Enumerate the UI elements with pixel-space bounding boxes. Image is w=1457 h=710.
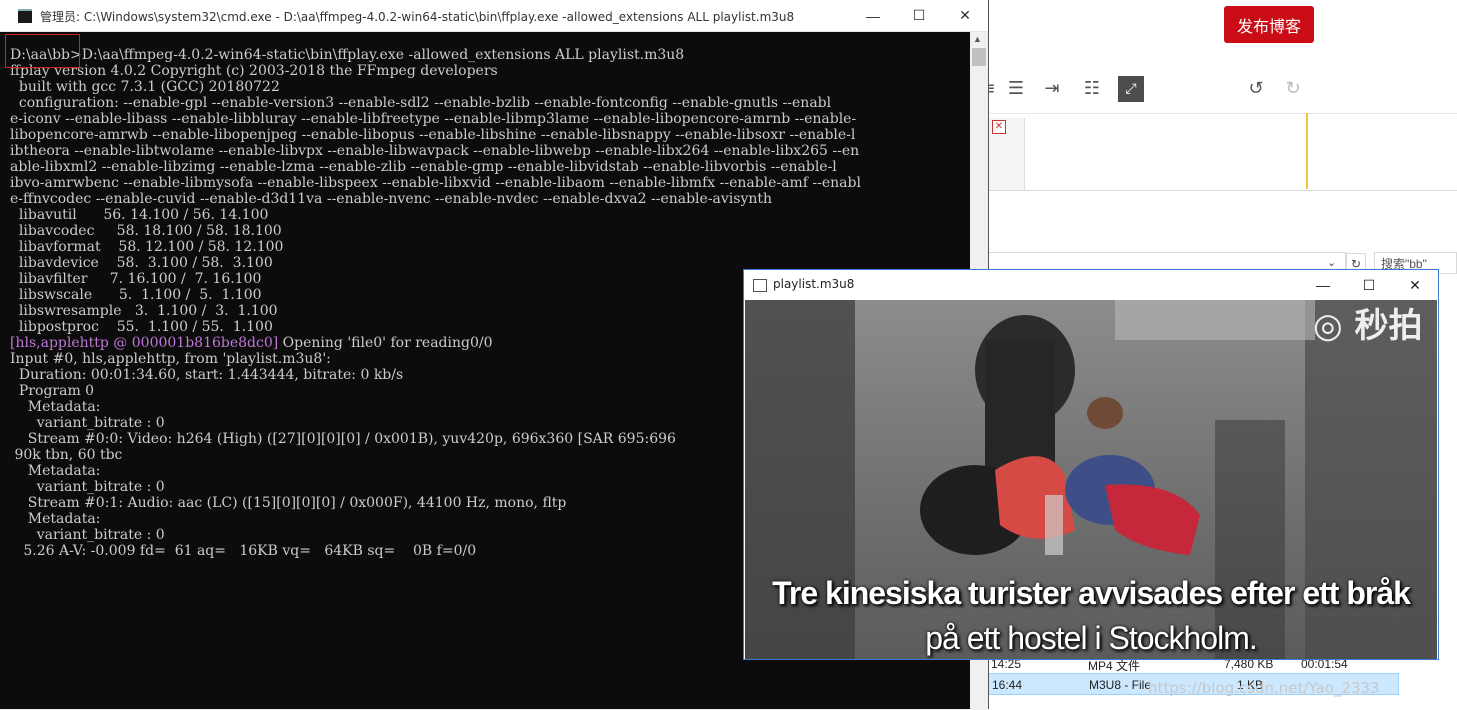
- maximize-button[interactable]: ☐: [1346, 270, 1392, 300]
- video-subtitle-line2: på ett hostel i Stockholm.: [925, 620, 1258, 656]
- editor-toolbar: ≡ ☰ ⇥ ☷ ⤢ ↺ ↻: [975, 70, 1335, 110]
- console-line: libavfilter 7. 16.100 / 7. 16.100: [10, 271, 262, 287]
- console-line: D:\aa\bb>D:\aa\ffmpeg-4.0.2-win64-static…: [10, 47, 685, 63]
- ffplay-window: playlist.m3u8 — ☐ ✕ ◎ 秒拍 Tre kinesiska t…: [743, 269, 1439, 660]
- console-line: able-libxml2 --enable-libzimg --enable-l…: [10, 159, 837, 175]
- window-app-icon: [753, 279, 767, 292]
- indent-icon[interactable]: ⇥: [1041, 78, 1063, 100]
- console-line: Duration: 00:01:34.60, start: 1.443444, …: [10, 367, 404, 383]
- console-line: variant_bitrate : 0: [10, 527, 165, 543]
- console-line: variant_bitrate : 0: [10, 479, 165, 495]
- console-line: ibtheora --enable-libtwolame --enable-li…: [10, 143, 860, 159]
- video-subtitle-line1: Tre kinesiska turister avvisades efter e…: [772, 575, 1411, 611]
- hls-log-prefix: [hls,applehttp @ 000001b816be8dc0]: [10, 335, 279, 351]
- prompt-highlight-box: [5, 34, 80, 68]
- cmd-app-icon: [18, 9, 32, 23]
- minimize-button[interactable]: —: [1300, 270, 1346, 300]
- publish-blog-button[interactable]: 发布博客: [1224, 6, 1314, 43]
- console-line: e-ffnvcodec --enable-cuvid --enable-d3d1…: [10, 191, 773, 207]
- console-line: libswscale 5. 1.100 / 5. 1.100: [10, 287, 262, 303]
- console-line: Metadata:: [10, 463, 101, 479]
- redo-icon[interactable]: ↻: [1282, 78, 1304, 100]
- console-line: libavcodec 58. 18.100 / 58. 18.100: [10, 223, 282, 239]
- console-line: libavdevice 58. 3.100 / 58. 3.100: [10, 255, 273, 271]
- ordered-list-icon[interactable]: ☷: [1081, 78, 1103, 100]
- chevron-down-icon[interactable]: ⌄: [1327, 256, 1336, 269]
- cmd-window-title: 管理员: C:\Windows\system32\cmd.exe - D:\aa…: [40, 10, 795, 24]
- close-button[interactable]: ✕: [942, 0, 988, 31]
- cmd-titlebar[interactable]: 管理员: C:\Windows\system32\cmd.exe - D:\aa…: [0, 0, 988, 32]
- ffplay-window-title: playlist.m3u8: [773, 277, 855, 291]
- console-line: 90k tbn, 60 tbc: [10, 447, 123, 463]
- console-line: variant_bitrate : 0: [10, 415, 165, 431]
- scroll-up-icon[interactable]: ▲: [973, 34, 982, 44]
- console-line: libpostproc 55. 1.100 / 55. 1.100: [10, 319, 273, 335]
- console-line: 5.26 A-V: -0.009 fd= 61 aq= 16KB vq= 64K…: [10, 543, 477, 559]
- console-line: built with gcc 7.3.1 (GCC) 20180722: [10, 79, 280, 95]
- console-line: Input #0, hls,applehttp, from 'playlist.…: [10, 351, 331, 367]
- video-logo: ◎ 秒拍: [1313, 306, 1423, 346]
- file-type: M3U8 - File: [1089, 678, 1152, 692]
- console-line-hls: [hls,applehttp @ 000001b816be8dc0] Openi…: [10, 335, 493, 351]
- minimize-button[interactable]: —: [850, 0, 896, 31]
- console-line: libswresample 3. 1.100 / 3. 1.100: [10, 303, 278, 319]
- editor-cursor-line: [1306, 113, 1308, 189]
- console-line: e-iconv --enable-libass --enable-libblur…: [10, 111, 857, 127]
- checklist-icon[interactable]: ☰: [1005, 78, 1027, 100]
- watermark: https://blog.csdn.net/Yao_2333: [1148, 679, 1380, 697]
- tab-close-icon[interactable]: ✕: [992, 120, 1006, 134]
- undo-icon[interactable]: ↺: [1245, 78, 1267, 100]
- close-button[interactable]: ✕: [1392, 270, 1438, 300]
- scrollbar-thumb[interactable]: [972, 48, 986, 66]
- fullscreen-icon[interactable]: ⤢: [1118, 76, 1144, 102]
- console-line: Metadata:: [10, 399, 101, 415]
- console-line: libavformat 58. 12.100 / 58. 12.100: [10, 239, 284, 255]
- console-line: ibvo-amrwbenc --enable-libmysofa --enabl…: [10, 175, 861, 191]
- console-line: configuration: --enable-gpl --enable-ver…: [10, 95, 832, 111]
- console-line: ffplay version 4.0.2 Copyright (c) 2003-…: [10, 63, 498, 79]
- editor-area[interactable]: [988, 113, 1457, 190]
- hls-log-message: Opening 'file0' for reading0/0: [278, 335, 493, 351]
- ffplay-titlebar[interactable]: playlist.m3u8 — ☐ ✕: [744, 270, 1438, 300]
- console-line: Stream #0:0: Video: h264 (High) ([27][0]…: [10, 431, 676, 447]
- console-line: Program 0: [10, 383, 95, 399]
- console-line: Stream #0:1: Audio: aac (LC) ([15][0][0]…: [10, 495, 567, 511]
- console-line: libavutil 56. 14.100 / 56. 14.100: [10, 207, 269, 223]
- console-line: libopencore-amrwb --enable-libopenjpeg -…: [10, 127, 856, 143]
- maximize-button[interactable]: ☐: [896, 0, 942, 31]
- video-frame[interactable]: ◎ 秒拍 Tre kinesiska turister avvisades ef…: [745, 300, 1437, 659]
- file-time: 16:44: [992, 678, 1023, 692]
- console-line: Metadata:: [10, 511, 101, 527]
